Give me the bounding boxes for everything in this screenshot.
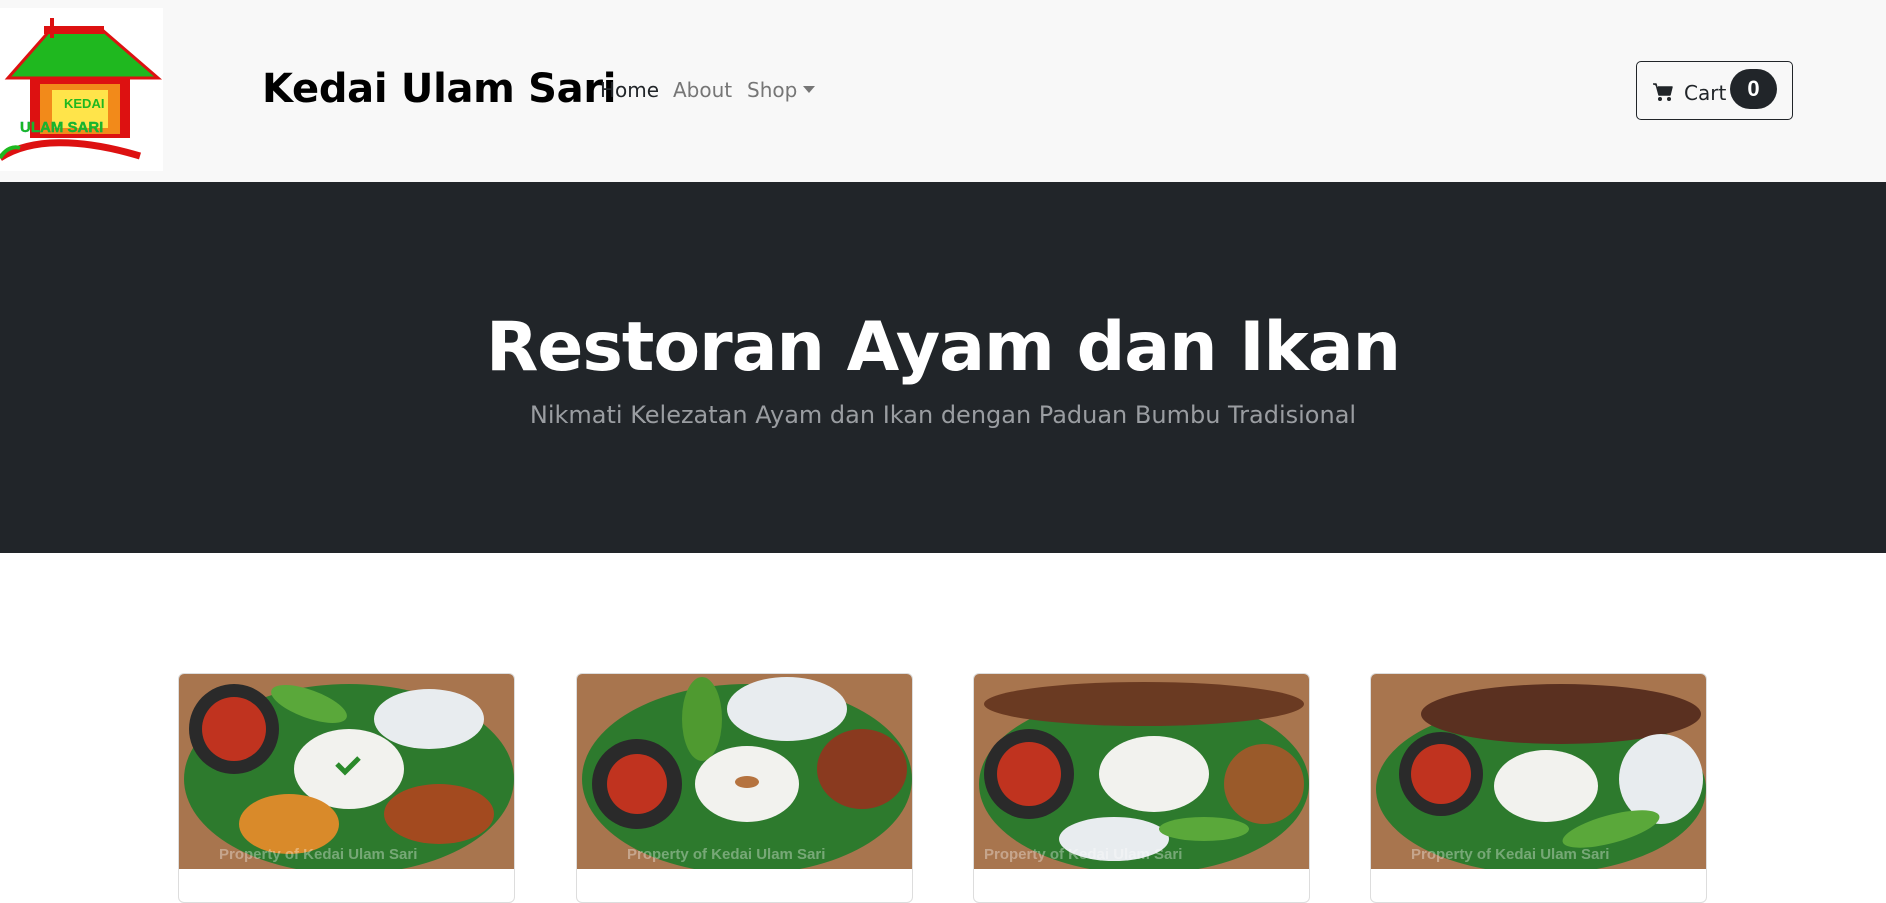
food-photo-icon: Property of Kedai Ulam Sari (1371, 674, 1706, 869)
hero-title: Restoran Ayam dan Ikan (485, 308, 1401, 387)
brand-name[interactable]: Kedai Ulam Sari (262, 66, 617, 112)
food-photo-icon: Property of Kedai Ulam Sari (577, 674, 912, 869)
product-card[interactable]: Property of Kedai Ulam Sari (1370, 673, 1707, 903)
navbar: KEDAI ULAM SARI Kedai Ulam Sari Home Abo… (0, 0, 1886, 182)
product-card[interactable]: Property of Kedai Ulam Sari (576, 673, 913, 903)
logo-icon: KEDAI ULAM SARI (0, 18, 163, 161)
nav-shop-label: Shop (747, 78, 798, 102)
cart-label: Cart (1684, 81, 1727, 105)
product-card[interactable]: Property of Kedai Ulam Sari (973, 673, 1310, 903)
nav-shop-dropdown[interactable]: Shop (747, 78, 816, 102)
chevron-down-icon (803, 86, 816, 93)
food-photo-icon: Property of Kedai Ulam Sari (974, 674, 1309, 869)
nav-about-link[interactable]: About (673, 78, 732, 102)
hero-section: Restoran Ayam dan Ikan Nikmati Kelezatan… (0, 182, 1886, 553)
cart-count-badge: 0 (1730, 69, 1777, 109)
watermark: Property of Kedai Ulam Sari (627, 846, 825, 863)
cart-icon (1653, 83, 1673, 101)
nav-home-link[interactable]: Home (600, 78, 659, 102)
hero-subtitle: Nikmati Kelezatan Ayam dan Ikan dengan P… (529, 401, 1357, 429)
cart-button[interactable]: Cart 0 (1636, 61, 1793, 120)
watermark: Property of Kedai Ulam Sari (219, 846, 417, 863)
food-photo-icon: Property of Kedai Ulam Sari (179, 674, 514, 869)
svg-text:KEDAI: KEDAI (64, 96, 104, 111)
brand-logo[interactable]: KEDAI ULAM SARI (0, 8, 163, 171)
svg-text:ULAM SARI: ULAM SARI (20, 119, 103, 136)
watermark: Property of Kedai Ulam Sari (1411, 846, 1609, 863)
watermark: Property of Kedai Ulam Sari (984, 846, 1182, 863)
product-card[interactable]: Property of Kedai Ulam Sari (178, 673, 515, 903)
